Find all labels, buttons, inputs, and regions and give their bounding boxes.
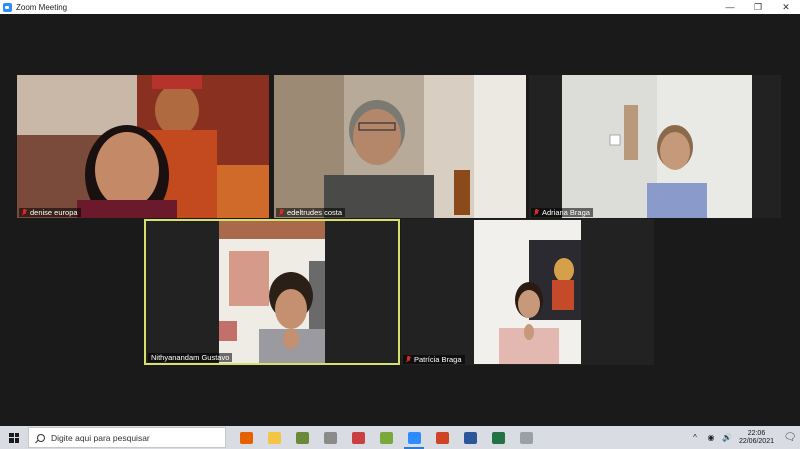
participant-name-tag: Patrícia Braga — [403, 355, 465, 364]
restore-button[interactable]: ❐ — [744, 0, 772, 14]
taskbar-app-button[interactable] — [428, 426, 456, 449]
video-frame — [274, 75, 526, 218]
media-player-icon — [295, 431, 309, 444]
participant-name: Patrícia Braga — [414, 355, 462, 364]
windows-logo-icon — [9, 432, 19, 443]
window-controls: — ❐ ✕ — [716, 0, 800, 14]
participant-tile-denise-europa[interactable]: denise europa — [17, 75, 269, 218]
powerpoint-icon — [435, 431, 449, 444]
windows-taskbar: ^ ◉ 🔊 22:06 22/06/2021 🗨 — [0, 426, 800, 449]
muted-mic-icon — [22, 209, 27, 216]
zoom-icon — [407, 431, 421, 444]
search-input[interactable] — [51, 432, 211, 443]
muted-mic-icon — [534, 209, 539, 216]
paint-icon — [351, 431, 365, 444]
taskbar-app-button[interactable] — [512, 426, 540, 449]
clock-app-icon — [323, 431, 337, 444]
participant-video — [219, 221, 325, 363]
volume-icon[interactable]: 🔊 — [721, 432, 733, 444]
participant-name-tag: edeltrudes costa — [276, 208, 346, 217]
participant-video — [274, 75, 526, 218]
firefox-icon — [239, 431, 253, 444]
participant-tile-patricia-braga[interactable]: Patrícia Braga — [401, 219, 654, 365]
taskbar-app-button[interactable] — [344, 426, 372, 449]
taskbar-clock[interactable]: 22:06 22/06/2021 — [739, 430, 774, 446]
participant-name-tag: Nithyanandam Gustavo — [148, 353, 233, 362]
start-button[interactable] — [0, 426, 28, 449]
muted-mic-icon — [279, 209, 284, 216]
search-icon — [37, 433, 45, 442]
clock-date: 22/06/2021 — [738, 437, 774, 445]
participant-name: Adriana Braga — [542, 208, 590, 217]
video-frame — [562, 75, 752, 218]
participant-name: Nithyanandam Gustavo — [151, 353, 230, 362]
taskbar-search-box[interactable] — [28, 427, 226, 448]
taskbar-app-button[interactable] — [316, 426, 344, 449]
participant-video — [562, 75, 752, 218]
network-icon[interactable]: ◉ — [705, 432, 717, 444]
muted-mic-icon — [406, 356, 411, 363]
taskbar-app-button[interactable] — [232, 426, 260, 449]
participant-name-tag: denise europa — [19, 208, 81, 217]
tray-chevron-icon[interactable]: ^ — [689, 432, 701, 444]
file-explorer-icon — [267, 431, 281, 444]
taskbar-app-button[interactable] — [400, 426, 428, 449]
participant-tile-edeltrudes-costa[interactable]: edeltrudes costa — [274, 75, 526, 218]
participant-name: denise europa — [30, 208, 78, 217]
taskbar-apps — [232, 426, 540, 449]
video-frame — [219, 221, 325, 363]
participant-video — [474, 220, 581, 364]
system-tray: ^ ◉ 🔊 22:06 22/06/2021 🗨 — [687, 426, 800, 449]
gallery-view: denise europa edeltrudes costa Adriana B… — [0, 14, 800, 426]
window-title: Zoom Meeting — [16, 2, 68, 12]
taskbar-app-button[interactable] — [372, 426, 400, 449]
title-bar: Zoom Meeting — ❐ ✕ — [0, 0, 800, 14]
word-icon — [463, 431, 477, 444]
video-frame — [474, 220, 581, 364]
zoom-app-icon — [3, 2, 12, 12]
close-button[interactable]: ✕ — [772, 0, 800, 14]
participant-tile-nithyanandam-gustavo[interactable]: Nithyanandam Gustavo — [144, 219, 400, 365]
taskbar-app-button[interactable] — [484, 426, 512, 449]
participant-name: edeltrudes costa — [287, 208, 343, 217]
clock-time: 22:06 — [747, 429, 766, 437]
game-icon — [379, 431, 393, 444]
video-frame — [17, 75, 269, 218]
taskbar-app-button[interactable] — [288, 426, 316, 449]
taskbar-app-button[interactable] — [260, 426, 288, 449]
participant-video — [17, 75, 269, 218]
taskbar-app-button[interactable] — [456, 426, 484, 449]
participant-name-tag: Adriana Braga — [531, 208, 593, 217]
participant-tile-adriana-braga[interactable]: Adriana Braga — [529, 75, 781, 218]
minimize-button[interactable]: — — [716, 0, 744, 14]
settings-app-icon — [519, 431, 533, 444]
excel-icon — [491, 431, 505, 444]
notifications-icon[interactable]: 🗨 — [780, 426, 800, 449]
